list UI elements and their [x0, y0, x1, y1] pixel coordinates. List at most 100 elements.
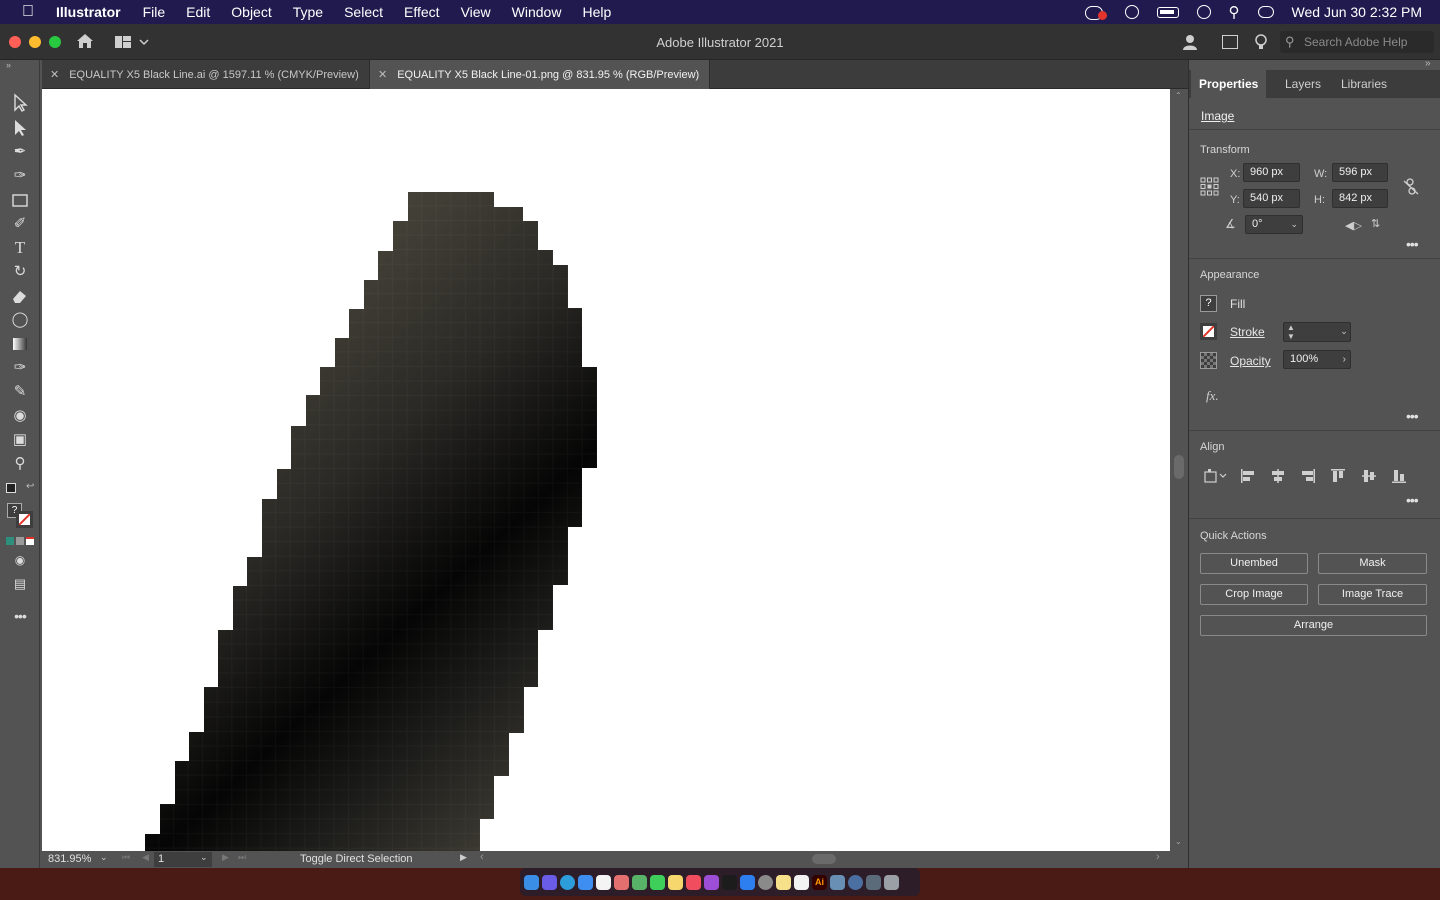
menu-object[interactable]: Object: [231, 4, 271, 20]
time-machine-icon[interactable]: [1124, 5, 1139, 19]
horizontal-scrollbar[interactable]: ‹ ›: [470, 851, 1170, 868]
launchpad-icon[interactable]: [542, 874, 557, 890]
more-transform-options-icon[interactable]: •••: [1406, 236, 1419, 252]
tab-document-ai[interactable]: ✕ EQUALITY X5 Black Line.ai @ 1597.11 % …: [42, 60, 370, 89]
y-position-field[interactable]: 540 px: [1243, 189, 1300, 208]
toolbar-collapse-icon[interactable]: »: [6, 60, 11, 70]
stroke-label[interactable]: Stroke: [1230, 325, 1265, 339]
crop-image-button[interactable]: Crop Image: [1200, 584, 1308, 605]
constrain-proportions-icon[interactable]: [1403, 178, 1419, 196]
tab-properties[interactable]: Properties: [1191, 70, 1267, 98]
zoom-window-button[interactable]: [49, 36, 61, 48]
scroll-down-icon[interactable]: ⌄: [1175, 837, 1182, 846]
downloads-stack-icon[interactable]: [866, 874, 881, 890]
lasso-tool-icon[interactable]: ◯: [10, 310, 30, 330]
height-field[interactable]: 842 px: [1332, 189, 1388, 208]
stickies-icon[interactable]: [776, 874, 791, 890]
panel-collapse-icon[interactable]: »: [1425, 58, 1431, 69]
vertical-scrollbar[interactable]: ⌃ ⌄: [1170, 89, 1188, 851]
default-fill-stroke-icon[interactable]: [6, 483, 16, 493]
help-search-input[interactable]: ⚲ Search Adobe Help: [1280, 31, 1434, 53]
finder-icon[interactable]: [524, 874, 539, 890]
align-horizontal-center-icon[interactable]: [1270, 469, 1286, 483]
user-icon[interactable]: [1196, 5, 1211, 19]
puppet-warp-tool-icon[interactable]: ✎: [10, 382, 30, 402]
align-to-dropdown-icon[interactable]: [1203, 468, 1229, 484]
edit-toolbar-icon[interactable]: •••: [10, 606, 30, 626]
rotate-angle-field[interactable]: 0° ⌄: [1245, 215, 1303, 234]
align-bottom-icon[interactable]: [1391, 469, 1407, 483]
stroke-weight-dropdown[interactable]: ⌄: [1335, 323, 1353, 341]
align-left-icon[interactable]: [1240, 469, 1256, 483]
menu-help[interactable]: Help: [582, 4, 611, 20]
workspace-switcher-icon[interactable]: [114, 35, 150, 49]
last-artboard-icon[interactable]: ⏭: [238, 852, 246, 863]
menu-view[interactable]: View: [461, 4, 491, 20]
tab-document-png[interactable]: ✕ EQUALITY X5 Black Line-01.png @ 831.95…: [370, 60, 710, 89]
screen-mode-icon[interactable]: ▤: [10, 574, 30, 594]
apple-icon[interactable]: : [0, 3, 56, 21]
placed-image[interactable]: [42, 89, 1170, 851]
opacity-label[interactable]: Opacity: [1230, 354, 1271, 368]
artboard-tool-icon[interactable]: ▣: [10, 430, 30, 450]
tab-libraries[interactable]: Libraries: [1333, 70, 1395, 98]
tab-layers[interactable]: Layers: [1277, 70, 1329, 98]
shape-builder-tool-icon[interactable]: ◉: [10, 406, 30, 426]
opacity-swatch[interactable]: [1200, 352, 1217, 369]
stroke-color-swatch[interactable]: [1200, 323, 1217, 340]
stroke-swatch[interactable]: [16, 511, 33, 528]
close-tab-icon[interactable]: ✕: [378, 68, 387, 81]
arrange-button[interactable]: Arrange: [1200, 615, 1427, 636]
menu-edit[interactable]: Edit: [186, 4, 210, 20]
menu-effect[interactable]: Effect: [404, 4, 440, 20]
paintbrush-tool-icon[interactable]: ✐: [10, 214, 30, 234]
rotate-tool-icon[interactable]: ↻: [10, 262, 30, 282]
curvature-tool-icon[interactable]: ✑: [10, 166, 30, 186]
zoom-tool-icon[interactable]: ⚲: [10, 454, 30, 474]
image-trace-button[interactable]: Image Trace: [1318, 584, 1427, 605]
mask-button[interactable]: Mask: [1318, 553, 1427, 574]
home-icon[interactable]: [76, 33, 94, 49]
battery-icon[interactable]: [1156, 6, 1179, 18]
artboard-dropdown-icon[interactable]: ⌄: [200, 852, 208, 863]
news-icon[interactable]: [794, 874, 809, 890]
mail-icon[interactable]: [578, 874, 593, 890]
rectangle-tool-icon[interactable]: [10, 190, 30, 210]
align-vertical-center-icon[interactable]: [1361, 469, 1377, 483]
menu-app-name[interactable]: Illustrator: [56, 4, 121, 20]
scroll-left-icon[interactable]: ‹: [480, 851, 484, 863]
align-right-icon[interactable]: [1300, 469, 1316, 483]
swap-fill-stroke-icon[interactable]: ↩: [26, 481, 34, 492]
drawing-mode-icon[interactable]: ◉: [10, 550, 30, 570]
trash-icon[interactable]: [884, 874, 899, 890]
eyedropper-tool-icon[interactable]: ✑: [10, 358, 30, 378]
chevron-right-icon[interactable]: ›: [1343, 351, 1346, 368]
color-mode-icons[interactable]: [6, 537, 34, 545]
type-tool-icon[interactable]: T: [10, 238, 30, 258]
control-center-icon[interactable]: [1257, 6, 1274, 18]
menu-file[interactable]: File: [143, 4, 166, 20]
minimize-window-button[interactable]: [29, 36, 41, 48]
share-user-icon[interactable]: [1182, 33, 1200, 51]
safari-icon[interactable]: [560, 874, 575, 890]
scroll-right-icon[interactable]: ›: [1156, 851, 1160, 863]
more-align-options-icon[interactable]: •••: [1406, 492, 1419, 508]
music-icon[interactable]: [686, 874, 701, 890]
align-top-icon[interactable]: [1330, 469, 1346, 483]
menubar-clock[interactable]: Wed Jun 30 2:32 PM: [1292, 4, 1422, 20]
direct-selection-tool-icon[interactable]: [10, 118, 30, 138]
chevron-down-icon[interactable]: ⌄: [1290, 216, 1298, 233]
menu-type[interactable]: Type: [293, 4, 323, 20]
selection-tool-icon[interactable]: [10, 93, 30, 113]
app-store-icon[interactable]: [740, 874, 755, 890]
preview-icon[interactable]: [830, 874, 845, 890]
width-field[interactable]: 596 px: [1332, 163, 1388, 182]
gradient-tool-icon[interactable]: [10, 334, 30, 354]
scroll-up-icon[interactable]: ⌃: [1175, 91, 1182, 100]
notes-icon[interactable]: [668, 874, 683, 890]
next-artboard-icon[interactable]: ▶: [222, 852, 229, 863]
menu-window[interactable]: Window: [512, 4, 562, 20]
stepper-arrows-icon[interactable]: ▲ ▼: [1287, 323, 1295, 341]
menu-select[interactable]: Select: [344, 4, 383, 20]
illustrator-icon[interactable]: Ai: [812, 874, 827, 890]
